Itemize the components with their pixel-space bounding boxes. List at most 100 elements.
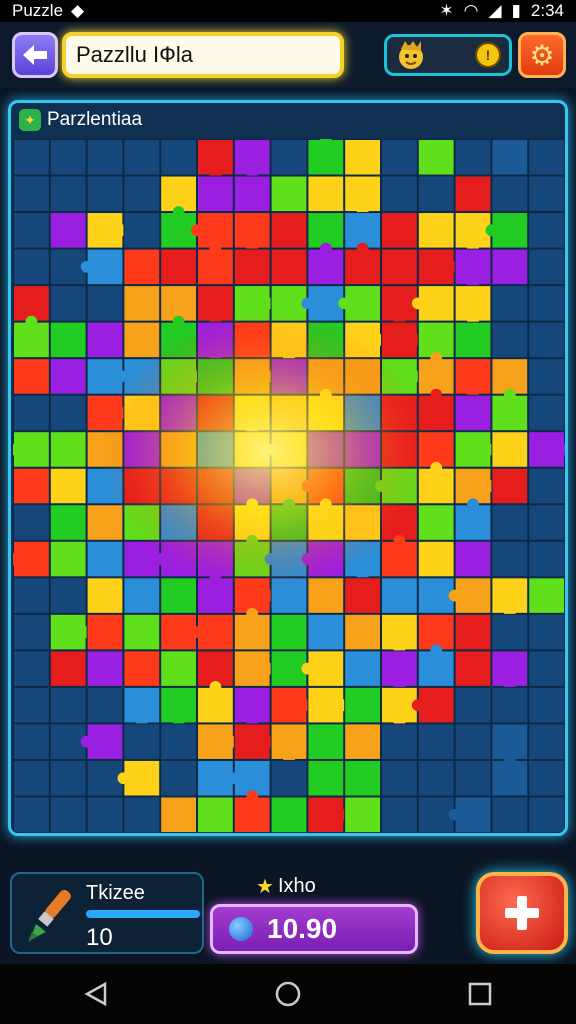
puzzle-piece[interactable]: [49, 504, 87, 541]
puzzle-piece[interactable]: [49, 431, 87, 468]
puzzle-piece[interactable]: [13, 175, 50, 213]
puzzle-piece[interactable]: [160, 139, 197, 176]
puzzle-piece[interactable]: [528, 394, 565, 432]
puzzle-piece[interactable]: [86, 540, 124, 578]
puzzle-piece[interactable]: [197, 175, 234, 213]
puzzle-piece[interactable]: [491, 504, 529, 541]
puzzle-piece[interactable]: [160, 723, 197, 760]
currency-button[interactable]: 10.90: [210, 904, 418, 954]
puzzle-piece[interactable]: [344, 650, 382, 687]
puzzle-piece[interactable]: [123, 723, 161, 760]
puzzle-piece[interactable]: [123, 285, 161, 322]
puzzle-piece[interactable]: [160, 650, 197, 687]
puzzle-piece[interactable]: [491, 139, 529, 176]
puzzle-piece[interactable]: [123, 796, 161, 833]
puzzle-piece[interactable]: [381, 759, 418, 797]
puzzle-piece[interactable]: [344, 139, 382, 176]
puzzle-piece[interactable]: [417, 504, 455, 541]
puzzle-piece[interactable]: [270, 139, 308, 176]
puzzle-piece[interactable]: [49, 796, 87, 833]
puzzle-piece[interactable]: [13, 759, 50, 797]
puzzle-piece[interactable]: [454, 139, 492, 176]
puzzle-piece[interactable]: [160, 248, 197, 286]
puzzle-piece[interactable]: [528, 613, 565, 651]
puzzle-piece[interactable]: [13, 796, 50, 833]
puzzle-piece[interactable]: [491, 686, 529, 724]
puzzle-piece[interactable]: [528, 139, 565, 176]
tool-card[interactable]: Tkizee 10: [10, 872, 204, 954]
puzzle-piece[interactable]: [270, 175, 308, 213]
back-button[interactable]: [12, 32, 58, 78]
puzzle-piece[interactable]: [49, 321, 87, 359]
puzzle-piece[interactable]: [381, 723, 418, 760]
puzzle-piece[interactable]: [528, 321, 565, 359]
puzzle-piece[interactable]: [86, 139, 124, 176]
puzzle-piece[interactable]: [160, 759, 197, 797]
puzzle-piece[interactable]: [270, 759, 308, 797]
puzzle-piece[interactable]: [49, 394, 87, 432]
puzzle-piece[interactable]: [344, 723, 382, 760]
puzzle-piece[interactable]: [491, 431, 529, 468]
puzzle-piece[interactable]: [528, 467, 565, 505]
puzzle-piece[interactable]: [491, 248, 529, 286]
puzzle-title-field[interactable]: Pazzllu IФla: [62, 32, 344, 78]
puzzle-piece[interactable]: [123, 650, 161, 687]
puzzle-piece[interactable]: [344, 759, 382, 797]
puzzle-piece[interactable]: [86, 796, 124, 833]
puzzle-piece[interactable]: [160, 577, 197, 614]
nav-back-button[interactable]: [66, 964, 126, 1024]
puzzle-piece[interactable]: [13, 577, 50, 614]
puzzle-piece[interactable]: [86, 613, 124, 651]
puzzle-piece[interactable]: [417, 175, 455, 213]
puzzle-piece[interactable]: [307, 723, 345, 760]
puzzle-piece[interactable]: [528, 248, 565, 286]
puzzle-piece[interactable]: [454, 540, 492, 578]
puzzle-piece[interactable]: [344, 686, 382, 724]
puzzle-piece[interactable]: [491, 467, 529, 505]
puzzle-piece[interactable]: [123, 212, 161, 249]
puzzle-piece[interactable]: [13, 504, 50, 541]
puzzle-piece[interactable]: [13, 686, 50, 724]
puzzle-piece[interactable]: [86, 650, 124, 687]
puzzle-piece[interactable]: [307, 613, 345, 651]
puzzle-piece[interactable]: [307, 175, 345, 213]
puzzle-piece[interactable]: [381, 212, 418, 249]
puzzle-piece[interactable]: [381, 577, 418, 614]
puzzle-piece[interactable]: [528, 175, 565, 213]
puzzle-piece[interactable]: [528, 358, 565, 395]
puzzle-piece[interactable]: [491, 175, 529, 213]
puzzle-piece[interactable]: [13, 723, 50, 760]
puzzle-piece[interactable]: [417, 723, 455, 760]
puzzle-piece[interactable]: [49, 540, 87, 578]
puzzle-piece[interactable]: [123, 175, 161, 213]
puzzle-piece[interactable]: [123, 577, 161, 614]
puzzle-piece[interactable]: [13, 467, 50, 505]
puzzle-piece[interactable]: [491, 540, 529, 578]
puzzle-piece[interactable]: [13, 650, 50, 687]
puzzle-piece[interactable]: [344, 796, 382, 833]
puzzle-piece[interactable]: [86, 321, 124, 359]
puzzle-piece[interactable]: [528, 540, 565, 578]
puzzle-piece[interactable]: [454, 686, 492, 724]
puzzle-piece[interactable]: [13, 248, 50, 286]
puzzle-piece[interactable]: [454, 321, 492, 359]
puzzle-piece[interactable]: [49, 467, 87, 505]
puzzle-piece[interactable]: [123, 139, 161, 176]
puzzle-piece[interactable]: [381, 139, 418, 176]
puzzle-piece[interactable]: [13, 139, 50, 176]
puzzle-piece[interactable]: [49, 139, 87, 176]
puzzle-piece[interactable]: [528, 577, 565, 614]
rewards-pill[interactable]: !: [384, 34, 512, 76]
puzzle-piece[interactable]: [454, 613, 492, 651]
puzzle-piece[interactable]: [270, 248, 308, 286]
puzzle-piece[interactable]: [13, 212, 50, 249]
puzzle-piece[interactable]: [528, 650, 565, 687]
puzzle-piece[interactable]: [123, 613, 161, 651]
puzzle-piece[interactable]: [454, 650, 492, 687]
puzzle-piece[interactable]: [86, 577, 124, 614]
puzzle-piece[interactable]: [417, 212, 455, 249]
puzzle-piece[interactable]: [270, 212, 308, 249]
puzzle-piece[interactable]: [13, 613, 50, 651]
puzzle-piece[interactable]: [13, 394, 50, 432]
puzzle-piece[interactable]: [344, 613, 382, 651]
